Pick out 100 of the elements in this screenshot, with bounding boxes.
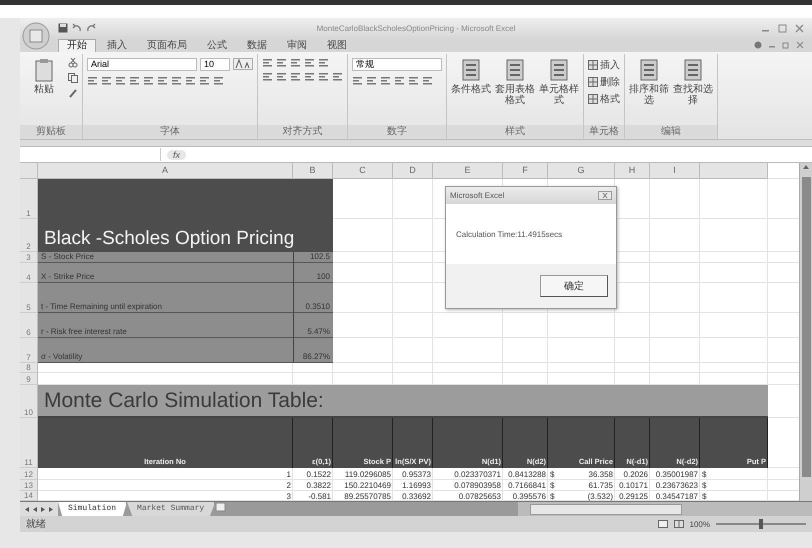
align-icon[interactable] xyxy=(304,72,315,81)
ok-button[interactable]: 确定 xyxy=(540,275,608,297)
grow-font-icon[interactable] xyxy=(233,58,253,70)
undo-icon[interactable] xyxy=(72,23,82,33)
row-header[interactable]: 10 xyxy=(20,385,38,418)
format-icon[interactable] xyxy=(199,76,210,85)
number-format-icon[interactable] xyxy=(366,76,377,85)
align-icon[interactable] xyxy=(304,58,315,67)
close-icon[interactable] xyxy=(795,24,804,32)
ribbon-tab[interactable]: 开始 xyxy=(58,39,96,52)
clipboard-icon xyxy=(34,58,54,82)
brush-icon[interactable] xyxy=(68,88,78,98)
font-name-field[interactable]: Arial xyxy=(87,58,197,71)
format-icon[interactable] xyxy=(87,76,98,85)
format-icon[interactable] xyxy=(101,76,112,85)
copy-icon[interactable] xyxy=(68,73,78,83)
column-header[interactable]: C xyxy=(333,163,393,179)
ribbon-command[interactable]: 条件格式 xyxy=(451,58,491,95)
previous-sheet-icon[interactable] xyxy=(32,506,38,512)
number-format-icon[interactable] xyxy=(394,76,405,85)
align-icon[interactable] xyxy=(332,72,343,81)
vertical-scrollbar[interactable] xyxy=(799,163,812,501)
new-sheet-icon[interactable] xyxy=(215,502,228,512)
row-header[interactable]: 3 xyxy=(20,252,38,263)
close-icon[interactable] xyxy=(796,41,804,49)
ribbon-tab[interactable]: 数据 xyxy=(238,39,276,52)
format-icon[interactable] xyxy=(213,76,224,85)
format-icon[interactable] xyxy=(115,76,126,85)
column-header[interactable]: I xyxy=(650,163,700,179)
row-header[interactable]: 12 xyxy=(20,468,38,480)
align-icon[interactable] xyxy=(290,72,301,81)
row-header[interactable]: 7 xyxy=(20,338,38,363)
align-icon[interactable] xyxy=(276,58,287,67)
row-header[interactable]: 4 xyxy=(20,263,38,283)
row-header[interactable]: 11 xyxy=(20,418,38,468)
format-icon[interactable] xyxy=(171,76,182,85)
function-button[interactable]: fx xyxy=(167,150,186,160)
grid-icon xyxy=(588,77,598,87)
row-header[interactable]: 2 xyxy=(20,219,38,252)
last-sheet-icon[interactable] xyxy=(48,506,54,512)
ribbon-tab[interactable]: 页面布局 xyxy=(138,39,196,52)
column-header[interactable]: H xyxy=(615,163,650,179)
column-header[interactable]: D xyxy=(393,163,433,179)
row-header[interactable]: 13 xyxy=(20,480,38,491)
row-header[interactable]: 9 xyxy=(20,373,38,385)
align-icon[interactable] xyxy=(262,58,273,67)
help-icon[interactable] xyxy=(754,41,762,49)
save-icon[interactable] xyxy=(58,23,68,33)
ribbon-command[interactable]: 套用表格格式 xyxy=(495,58,535,106)
first-sheet-icon[interactable] xyxy=(24,506,30,512)
format-icon[interactable] xyxy=(143,76,154,85)
number-format-icon[interactable] xyxy=(380,76,391,85)
align-icon[interactable] xyxy=(318,58,329,67)
sheet-tab[interactable]: Simulation xyxy=(58,502,128,516)
column-header[interactable]: A xyxy=(38,163,293,179)
row-header[interactable]: 14 xyxy=(20,491,38,501)
horizontal-scrollbar[interactable] xyxy=(518,502,812,516)
column-header[interactable]: B xyxy=(293,163,333,179)
format-icon[interactable] xyxy=(185,76,196,85)
zoom-level[interactable]: 100% xyxy=(690,520,710,528)
table-cell: $ xyxy=(702,470,706,478)
align-icon[interactable] xyxy=(276,72,287,81)
paste-button[interactable]: 粘贴 xyxy=(24,58,64,95)
column-header[interactable]: G xyxy=(548,163,615,179)
align-icon[interactable] xyxy=(290,58,301,67)
restore-icon[interactable] xyxy=(782,41,790,49)
ribbon-command[interactable]: 格式 xyxy=(588,92,620,106)
font-size-field[interactable]: 10 xyxy=(200,58,230,71)
page-layout-icon[interactable] xyxy=(674,520,684,528)
align-icon[interactable] xyxy=(262,72,273,81)
number-format-icon[interactable] xyxy=(352,76,363,85)
ribbon-command[interactable]: 查找和选择 xyxy=(673,58,713,106)
ribbon-command[interactable]: 插入 xyxy=(588,58,620,72)
column-header[interactable]: F xyxy=(503,163,548,179)
format-icon[interactable] xyxy=(157,76,168,85)
number-format-icon[interactable] xyxy=(408,76,419,85)
format-icon[interactable] xyxy=(129,76,140,85)
next-sheet-icon[interactable] xyxy=(40,506,46,512)
number-format-icon[interactable] xyxy=(422,76,433,85)
table-cell: $ xyxy=(550,470,554,478)
close-icon[interactable] xyxy=(598,191,612,200)
number-format-field[interactable]: 常规 xyxy=(352,58,442,71)
ribbon-tab[interactable]: 审阅 xyxy=(278,39,316,52)
ribbon-command[interactable]: 排序和筛选 xyxy=(629,58,669,106)
row-header[interactable]: 6 xyxy=(20,313,38,338)
row-header[interactable]: 5 xyxy=(20,283,38,313)
row-header[interactable]: 1 xyxy=(20,179,38,219)
maximize-icon[interactable] xyxy=(778,24,787,32)
row-header[interactable]: 8 xyxy=(20,363,38,373)
ribbon-command[interactable]: 单元格样式 xyxy=(539,58,579,106)
align-icon[interactable] xyxy=(318,72,329,81)
column-header[interactable]: E xyxy=(433,163,503,179)
ribbon-tab[interactable]: 视图 xyxy=(318,39,356,52)
ribbon-tab[interactable]: 公式 xyxy=(198,39,236,52)
redo-icon[interactable] xyxy=(86,23,96,33)
cut-icon[interactable] xyxy=(68,58,78,68)
normal-view-icon[interactable] xyxy=(658,520,668,528)
ribbon-command[interactable]: 删除 xyxy=(588,75,620,89)
sheet-tab[interactable]: Market Summary xyxy=(127,502,216,516)
ribbon-tab[interactable]: 插入 xyxy=(98,39,136,52)
